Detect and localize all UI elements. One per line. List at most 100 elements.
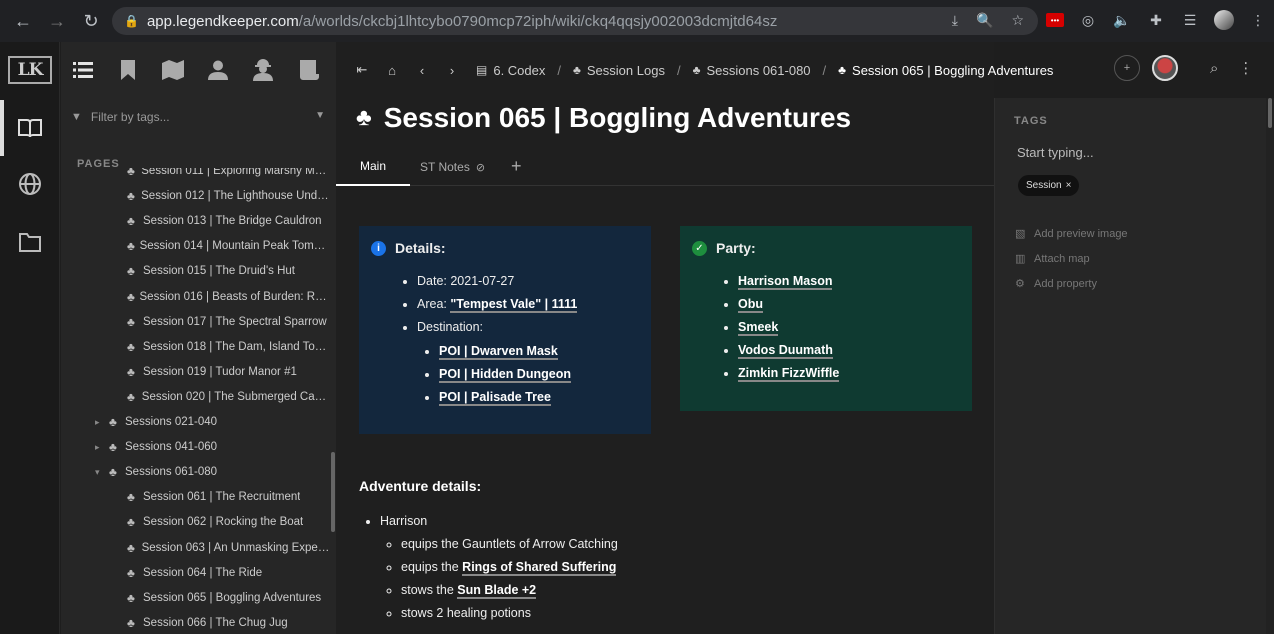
folder-icon[interactable] — [16, 228, 44, 256]
add-tab-button[interactable]: + — [509, 148, 522, 185]
tree-page-item[interactable]: ♣ Session 065 | Boggling Adventures — [127, 587, 331, 609]
more-vertical-icon[interactable]: ⋮ — [1238, 59, 1253, 77]
tree-page-item[interactable]: ♣ Session 014 | Mountain Peak Tomb of the… — [127, 235, 331, 257]
extensions-puzzle-icon[interactable]: ✚ — [1146, 10, 1166, 30]
tree-page-item[interactable]: ♣ Session 017 | The Spectral Sparrow — [127, 311, 331, 333]
tree-page-item[interactable]: ♣ Session 061 | The Recruitment — [127, 486, 331, 508]
tree-page-item[interactable]: ♣ Session 064 | The Ride — [127, 562, 331, 584]
person-icon[interactable] — [206, 58, 230, 82]
browser-menu-icon[interactable]: ⋮ — [1248, 10, 1268, 30]
extension-circle-icon[interactable]: ◎ — [1078, 10, 1098, 30]
collapse-sidebar-icon[interactable]: ⇤ — [350, 58, 374, 82]
destination-link[interactable]: POI | Hidden Dungeon — [439, 367, 571, 383]
item-link[interactable]: Rings of Shared Suffering — [462, 560, 617, 576]
tree-icon: ♣ — [127, 314, 135, 329]
breadcrumb-current-page[interactable]: ♣ Session 065 | Boggling Adventures — [838, 63, 1053, 78]
legendkeeper-logo[interactable]: LK — [8, 56, 52, 84]
area-link[interactable]: "Tempest Vale" | 1111 — [450, 297, 578, 313]
party-callout: ✓ Party: Harrison Mason Obu Smeek Vodos D… — [680, 226, 972, 411]
breadcrumb-sessions-061-080[interactable]: ♣ Sessions 061-080 — [693, 63, 811, 78]
party-member-link[interactable]: Smeek — [738, 320, 779, 336]
tab-st-notes[interactable]: ST Notes ⊘ — [410, 148, 509, 186]
check-icon: ✓ — [692, 240, 707, 256]
list-icon[interactable] — [71, 58, 95, 82]
speaker-icon[interactable]: 🔈 — [1112, 10, 1132, 30]
zoom-icon[interactable]: 🔍 — [976, 12, 993, 29]
party-member-link[interactable]: Obu — [738, 297, 763, 313]
tree-item-label: Sessions 041-060 — [125, 441, 218, 454]
adventure-person: Harrison — [380, 514, 428, 528]
breadcrumb-codex[interactable]: ▤ 6. Codex — [476, 63, 545, 78]
item-link[interactable]: Sun Blade +2 — [457, 583, 537, 599]
reload-icon[interactable]: ↻ — [80, 10, 102, 32]
tree-page-item[interactable]: ♣ Session 062 | Rocking the Boat — [127, 511, 331, 533]
add-property-button[interactable]: ⚙ Add property — [1015, 277, 1097, 291]
tree-icon: ♣ — [573, 63, 581, 77]
tag-chip[interactable]: Session × — [1018, 175, 1080, 196]
page-tabs: Main ST Notes ⊘ + — [336, 148, 994, 186]
address-bar[interactable]: 🔒 app.legendkeeper.com /a/worlds/ckcbj1l… — [112, 7, 1038, 35]
page-scrollbar[interactable] — [1266, 98, 1274, 634]
chevron-down-icon[interactable]: ▾ — [95, 467, 109, 478]
adventure-entry: stows the Sun Blade +2 — [401, 583, 618, 599]
party-member-link[interactable]: Zimkin FizzWiffle — [738, 366, 840, 382]
history-back-icon[interactable]: ‹ — [410, 58, 434, 82]
bookmark-star-icon[interactable]: ☆ — [1011, 12, 1024, 29]
tree-page-item[interactable]: ♣ Session 012 | The Lighthouse Underneath — [127, 185, 331, 207]
party-heading: Party: — [716, 240, 756, 256]
tree-icon: ♣ — [127, 540, 135, 555]
tree-folder-item[interactable]: ▸ ♣ Sessions 041-060 — [95, 436, 331, 458]
add-preview-image-button[interactable]: ▧ Add preview image — [1015, 227, 1128, 241]
tree-icon: ♣ — [127, 364, 135, 379]
party-member-link[interactable]: Vodos Duumath — [738, 343, 833, 359]
tags-label: TAGS — [1014, 115, 1048, 127]
scroll-icon[interactable] — [296, 58, 320, 82]
scrollbar-thumb[interactable] — [1268, 98, 1272, 128]
tag-input[interactable]: Start typing... — [1017, 145, 1094, 160]
extension-lastpass-icon[interactable]: ••• — [1046, 13, 1064, 27]
wiki-book-icon[interactable] — [16, 114, 44, 142]
tag-remove-icon[interactable]: × — [1066, 180, 1072, 191]
install-icon[interactable]: ⤓ — [952, 12, 958, 29]
sidebar-scrollbar[interactable] — [331, 452, 335, 532]
home-icon[interactable]: ⌂ — [380, 58, 404, 82]
profile-avatar[interactable] — [1214, 10, 1234, 30]
tree-folder-item[interactable]: ▾ ♣ Sessions 061-080 — [95, 461, 331, 483]
tree-page-item[interactable]: ♣ Session 019 | Tudor Manor #1 — [127, 361, 331, 383]
tree-page-item[interactable]: ♣ Session 066 | The Chug Jug — [127, 612, 331, 634]
breadcrumb: ▤ 6. Codex / ♣ Session Logs / ♣ Sessions 06… — [476, 63, 1053, 78]
tab-main[interactable]: Main — [336, 148, 411, 186]
history-forward-icon[interactable]: › — [440, 58, 464, 82]
tree-page-item[interactable]: ♣ Session 016 | Beasts of Burden: Rocs an… — [127, 286, 331, 308]
tree-item-label: Session 064 | The Ride — [143, 566, 263, 579]
tag-filter[interactable]: ▼ Filter by tags... ▼ — [71, 106, 329, 128]
tree-page-item[interactable]: ♣ Session 018 | The Dam, Island Tower — [127, 336, 331, 358]
tree-icon: ♣ — [127, 214, 135, 229]
tree-page-item[interactable]: ♣ Session 020 | The Submerged Cauldron — [127, 386, 331, 408]
add-user-icon[interactable]: + — [1114, 55, 1140, 81]
search-icon[interactable]: ⌕ — [1210, 60, 1218, 77]
tree-folder-item[interactable]: ▸ ♣ Sessions 021-040 — [95, 411, 331, 433]
chevron-right-icon[interactable]: ▸ — [95, 417, 109, 428]
forward-icon[interactable]: → — [46, 10, 68, 32]
tree-page-item[interactable]: ♣ Session 013 | The Bridge Cauldron — [127, 210, 331, 232]
breadcrumb-separator: / — [676, 62, 681, 78]
tree-icon[interactable]: ♣ — [356, 104, 372, 132]
user-avatar[interactable] — [1152, 55, 1178, 81]
destination-link[interactable]: POI | Dwarven Mask — [439, 344, 558, 360]
media-queue-icon[interactable]: ☰ — [1180, 10, 1200, 30]
atlas-globe-icon[interactable] — [16, 170, 44, 198]
chevron-down-icon[interactable]: ▼ — [315, 110, 325, 121]
tree-page-item[interactable]: ♣ Session 015 | The Druid's Hut — [127, 260, 331, 282]
chevron-right-icon[interactable]: ▸ — [95, 442, 109, 453]
worker-person-icon[interactable] — [251, 58, 275, 82]
bookmark-icon[interactable] — [116, 58, 140, 82]
tree-page-item[interactable]: ♣ Session 063 | An Unmasking Experience — [127, 537, 331, 559]
destination-link[interactable]: POI | Palisade Tree — [439, 390, 551, 406]
back-icon[interactable]: ← — [12, 10, 34, 32]
tree-page-item[interactable]: ♣ Session 011 | Exploring Marshy Meadows — [127, 168, 331, 182]
map-icon[interactable] — [161, 58, 185, 82]
party-member-link[interactable]: Harrison Mason — [738, 274, 833, 290]
breadcrumb-session-logs[interactable]: ♣ Session Logs — [573, 63, 665, 78]
attach-map-button[interactable]: ▥ Attach map — [1015, 252, 1090, 266]
